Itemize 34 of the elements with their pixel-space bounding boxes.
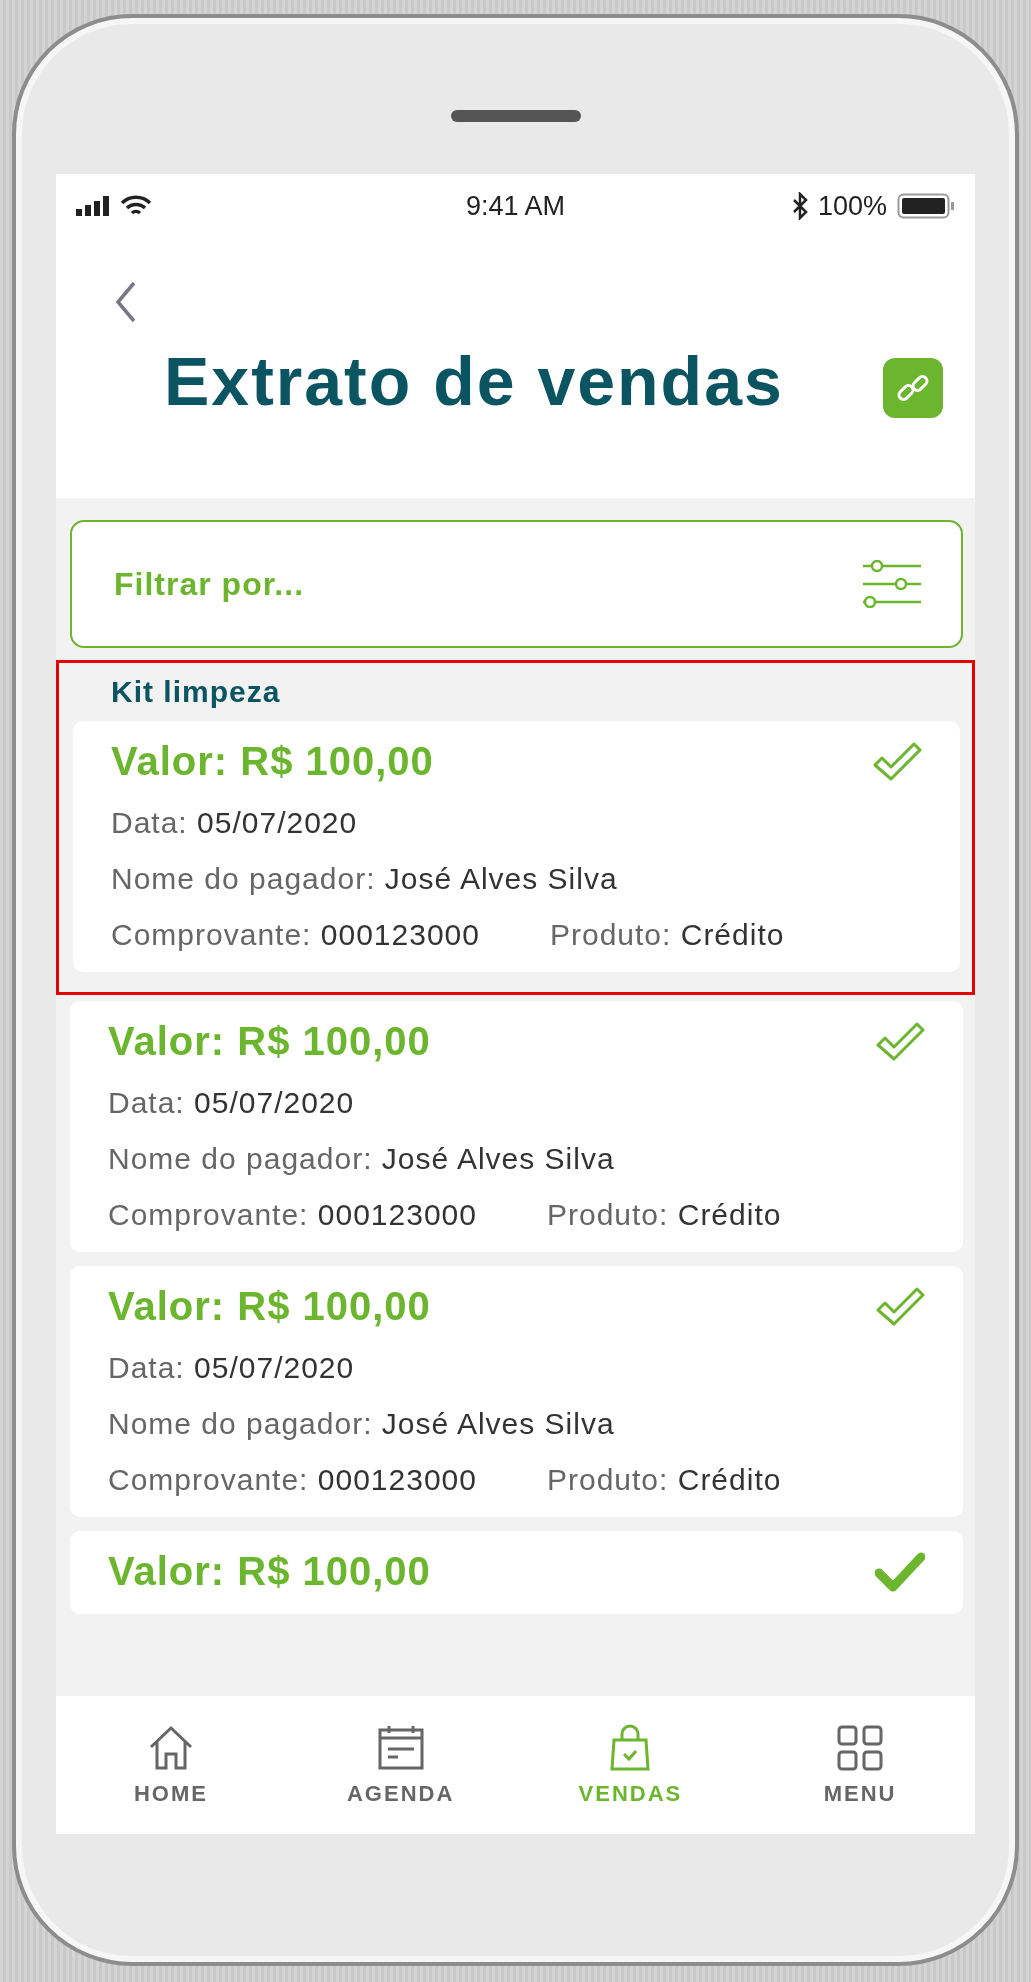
- battery-icon: [897, 193, 955, 219]
- filter-field[interactable]: Filtrar por...: [112, 564, 616, 604]
- sale-detail: Nome do pagador: José Alves Silva: [111, 862, 619, 896]
- sale-detail: Data: 05/07/2020: [108, 1351, 356, 1385]
- grid-icon: [835, 1723, 886, 1773]
- back-icon[interactable]: [114, 280, 138, 324]
- sliders-icon: [861, 560, 921, 608]
- sale-value: Valor: R$ 100,00: [108, 1284, 431, 1329]
- nav-tab[interactable]: MENU: [780, 1723, 941, 1807]
- sale-value: Valor: R$ 100,00: [108, 1019, 431, 1064]
- section-title: Kit limpeza: [110, 674, 281, 710]
- product-detail: Produto: Crédito: [546, 1198, 782, 1232]
- sale-detail: Data: 05/07/2020: [108, 1086, 356, 1120]
- page-title: Extrato de vendas: [164, 342, 784, 420]
- signal-icon: [76, 196, 110, 216]
- sale-value: Valor: R$ 100,00: [108, 1549, 431, 1594]
- receipt-detail: Comprovante: 000123000: [108, 1463, 477, 1497]
- product-detail: Produto: Crédito: [546, 1463, 782, 1497]
- sale-card[interactable]: Valor: R$ 100,00 Data: 05/07/2020 Nome do pagador: José Alves Silva Comprovante: 000123000 Produto: Crédito: [70, 1001, 963, 1252]
- sale-detail: Nome do pagador: José Alves Silva: [108, 1407, 616, 1441]
- sale-value: Valor: R$ 100,00: [111, 739, 434, 784]
- sale-detail: Nome do pagador: José Alves Silva: [108, 1142, 616, 1176]
- link-button[interactable]: [883, 358, 943, 418]
- status-time: 9:41 AM: [465, 190, 566, 222]
- nav-tab[interactable]: HOME: [90, 1723, 251, 1807]
- nav-tab[interactable]: AGENDA: [320, 1723, 481, 1807]
- product-detail: Produto: Crédito: [549, 918, 785, 952]
- sale-card[interactable]: Valor: R$ 100,00 Data: 05/07/2020 Nome do pagador: José Alves Silva Comprovante: 000123000 Produto: Crédito: [70, 1266, 963, 1517]
- receipt-detail: Comprovante: 000123000: [111, 918, 480, 952]
- sale-detail: Data: 05/07/2020: [111, 806, 359, 840]
- receipt-detail: Comprovante: 000123000: [108, 1198, 477, 1232]
- bluetooth-icon: [791, 192, 808, 220]
- battery-percent: 100%: [817, 190, 887, 222]
- sale-card[interactable]: Valor: R$ 100,00 Data: 05/07/2020 Nome do pagador: José Alves Silva Comprovante: 000123000 Produto: Crédito: [73, 721, 960, 972]
